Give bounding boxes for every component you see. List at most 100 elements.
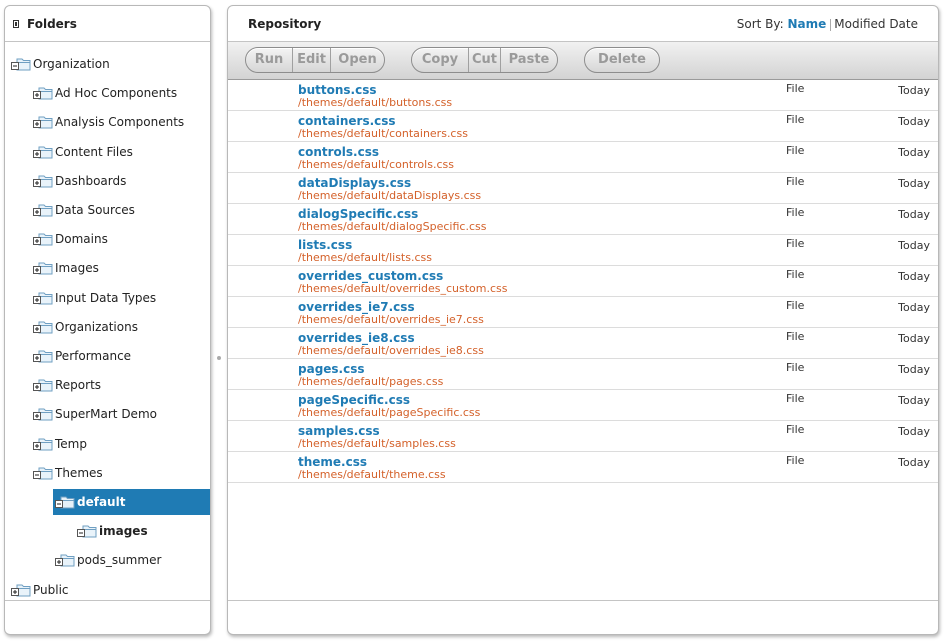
result-row[interactable]: overrides_ie7.css/themes/default/overrid… — [228, 297, 938, 328]
tree-node-label: images — [99, 524, 148, 539]
folder-icon — [33, 175, 53, 188]
tree-node[interactable]: pods_summer — [5, 547, 210, 573]
folder-icon — [33, 438, 53, 451]
folder-icon — [33, 350, 53, 363]
result-path: /themes/default/overrides_custom.css — [298, 282, 508, 295]
run-edit-open-group: Run Edit Open — [245, 47, 385, 73]
paste-button[interactable]: Paste — [501, 48, 557, 72]
tree-node-box: Performance — [5, 343, 210, 369]
tree-node-label: Content Files — [55, 144, 133, 159]
folder-open-icon — [55, 496, 75, 509]
tree-node[interactable]: Public — [5, 577, 210, 603]
result-path: /themes/default/buttons.css — [298, 96, 453, 109]
tree-node-box: pods_summer — [5, 547, 210, 573]
result-row[interactable]: pages.css/themes/default/pages.css File To… — [228, 359, 938, 390]
folder-icon — [11, 584, 31, 597]
result-path: /themes/default/pageSpecific.css — [298, 406, 481, 419]
result-row[interactable]: theme.css/themes/default/theme.css File To… — [228, 452, 938, 483]
repository-header: Repository Sort By: Name Modified Date — [228, 6, 938, 42]
result-date: Today — [898, 84, 930, 97]
tree-node[interactable]: Organizations — [5, 314, 210, 340]
folders-title: Folders — [27, 17, 77, 31]
delete-button[interactable]: Delete — [585, 48, 659, 72]
tree-node-label: Organizations — [55, 319, 138, 334]
tree-node-box: Themes — [5, 460, 210, 486]
tree-node[interactable]: Performance — [5, 343, 210, 369]
folder-icon — [33, 204, 53, 217]
result-row[interactable]: lists.css/themes/default/lists.css File To… — [228, 235, 938, 266]
tree-node[interactable]: Ad Hoc Components — [5, 80, 210, 106]
result-name-link[interactable]: overrides_ie7.css — [298, 300, 415, 314]
result-date: Today — [898, 177, 930, 190]
result-type: File — [786, 423, 805, 436]
result-name-link[interactable]: samples.css — [298, 424, 380, 438]
tree-node[interactable]: SuperMart Demo — [5, 401, 210, 427]
result-name-link[interactable]: pageSpecific.css — [298, 393, 410, 407]
result-type: File — [786, 454, 805, 467]
tree-node-box: Domains — [5, 226, 210, 252]
sort-option-name[interactable]: Name — [788, 17, 827, 31]
result-type: File — [786, 268, 805, 281]
tree-node[interactable]: Reports — [5, 372, 210, 398]
run-button[interactable]: Run — [246, 48, 293, 72]
tree-node[interactable]: Data Sources — [5, 197, 210, 223]
folder-icon — [33, 87, 53, 100]
tree-node[interactable]: Domains — [5, 226, 210, 252]
sort-by-label: Sort By: — [736, 17, 784, 31]
tree-node-label: Performance — [55, 349, 132, 363]
result-name-link[interactable]: controls.css — [298, 145, 379, 159]
result-date: Today — [898, 239, 930, 252]
sort-separator — [830, 18, 832, 31]
result-type: File — [786, 206, 805, 219]
result-name-link[interactable]: lists.css — [298, 238, 352, 252]
copy-button[interactable]: Copy — [412, 48, 469, 72]
tree-node-label: Domains — [55, 232, 108, 247]
tree-node[interactable]: Analysis Components — [5, 109, 210, 135]
tree-node[interactable]: images — [5, 518, 210, 544]
result-row[interactable]: dataDisplays.css/themes/default/dataDisp… — [228, 173, 938, 204]
tree-node[interactable]: Organization — [5, 51, 210, 77]
result-name-link[interactable]: overrides_ie8.css — [298, 331, 415, 345]
tree-node[interactable]: Input Data Types — [5, 285, 210, 311]
delete-group: Delete — [584, 47, 660, 73]
result-name-link[interactable]: pages.css — [298, 362, 365, 376]
sort-option-modified-date[interactable]: Modified Date — [834, 17, 918, 31]
edit-button[interactable]: Edit — [293, 48, 331, 72]
tree-node-label: Organization — [33, 57, 110, 71]
folder-icon — [77, 525, 97, 538]
result-name-link[interactable]: theme.css — [298, 455, 367, 469]
collapse-panel-icon[interactable] — [13, 20, 19, 28]
tree-node[interactable]: Content Files — [5, 139, 210, 165]
tree-node[interactable]: Temp — [5, 431, 210, 457]
result-row[interactable]: buttons.css/themes/default/buttons.css Fi… — [228, 80, 938, 111]
result-path: /themes/default/pages.css — [298, 375, 444, 388]
result-type: File — [786, 392, 805, 405]
result-row[interactable]: dialogSpecific.css/themes/default/dialog… — [228, 204, 938, 235]
tree-node-box: Public — [5, 577, 210, 603]
tree-node-label: Dashboards — [55, 173, 127, 188]
cut-button[interactable]: Cut — [469, 48, 501, 72]
result-row[interactable]: controls.css/themes/default/controls.css… — [228, 142, 938, 173]
tree-node[interactable]: Themes — [5, 460, 210, 486]
folder-icon — [33, 262, 53, 275]
result-date: Today — [898, 301, 930, 314]
result-name-link[interactable]: buttons.css — [298, 83, 377, 97]
splitter-handle[interactable] — [217, 356, 221, 360]
result-row[interactable]: containers.css/themes/default/containers… — [228, 111, 938, 142]
result-name-link[interactable]: overrides_custom.css — [298, 269, 443, 283]
tree-node[interactable]: Images — [5, 255, 210, 281]
result-name-link[interactable]: containers.css — [298, 114, 396, 128]
result-name-link[interactable]: dataDisplays.css — [298, 176, 411, 190]
result-row[interactable]: overrides_custom.css/themes/default/over… — [228, 266, 938, 297]
result-row[interactable]: pageSpecific.css/themes/default/pageSpec… — [228, 390, 938, 421]
result-type: File — [786, 237, 805, 250]
tree-node[interactable]: default — [5, 489, 210, 515]
tree-node-label: pods_summer — [77, 553, 162, 568]
folder-icon — [33, 146, 53, 159]
result-row[interactable]: overrides_ie8.css/themes/default/overrid… — [228, 328, 938, 359]
open-button[interactable]: Open — [331, 48, 384, 72]
tree-node[interactable]: Dashboards — [5, 168, 210, 194]
result-row[interactable]: samples.css/themes/default/samples.css Fi… — [228, 421, 938, 452]
result-name-link[interactable]: dialogSpecific.css — [298, 207, 418, 221]
tree-node-box: Data Sources — [5, 197, 210, 223]
